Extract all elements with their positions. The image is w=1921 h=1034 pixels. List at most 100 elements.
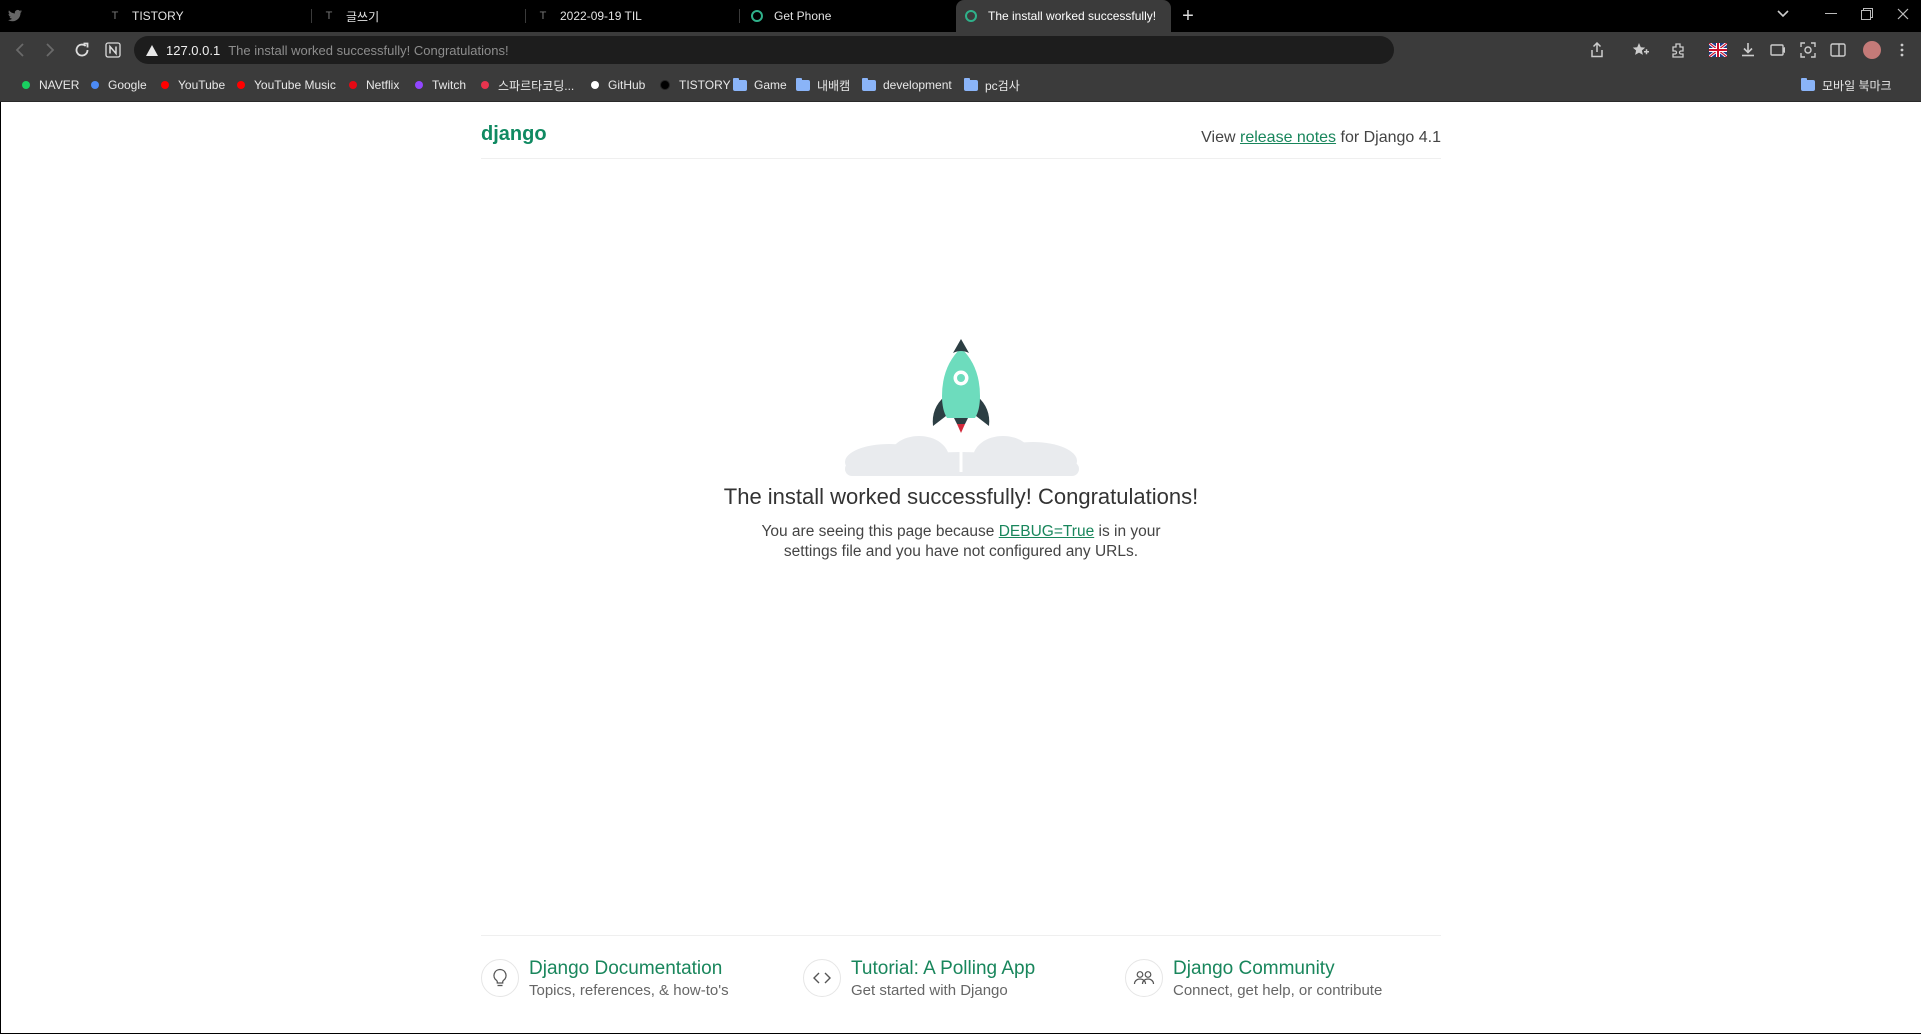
lightbulb-icon	[481, 959, 519, 997]
card-title[interactable]: Tutorial: A Polling App	[851, 958, 1035, 980]
menu-kebab-icon[interactable]	[1890, 38, 1914, 62]
forward-icon[interactable]	[38, 38, 62, 62]
bookmark-netflix[interactable]: Netflix	[349, 68, 399, 102]
card-description: Topics, references, & how-to's	[529, 982, 729, 999]
release-prefix: View	[1201, 129, 1240, 146]
github-icon	[591, 81, 599, 89]
tab-separator	[739, 9, 740, 23]
django-logo[interactable]: django	[481, 123, 547, 146]
django-ring-icon	[964, 9, 978, 23]
restore-icon[interactable]	[1848, 0, 1886, 28]
tab-get-phone[interactable]: Get Phone	[742, 0, 954, 32]
bookmark-google[interactable]: Google	[91, 68, 147, 102]
bookmark-youtube-music[interactable]: YouTube Music	[237, 68, 336, 102]
twitch-icon	[415, 81, 423, 89]
bookmark-github[interactable]: GitHub	[591, 68, 645, 102]
bookmark-naver[interactable]: NAVER	[22, 68, 79, 102]
card-community[interactable]: Django Community Connect, get help, or c…	[1125, 958, 1382, 1018]
browser-toolbar: 127.0.0.1 The install worked successfull…	[0, 32, 1921, 68]
download-icon[interactable]	[1736, 38, 1760, 62]
subtitle-prefix: You are seeing this page because	[761, 523, 999, 540]
netflix-icon	[349, 81, 357, 89]
card-title[interactable]: Django Community	[1173, 958, 1382, 980]
tab-label: 2022-09-19 TIL	[560, 9, 642, 23]
tab-search-icon[interactable]	[1764, 0, 1802, 28]
close-icon[interactable]	[1884, 0, 1921, 28]
screen-capture-icon[interactable]	[1796, 38, 1820, 62]
bookmark-folder-pc-check[interactable]: pc검사	[964, 68, 1020, 102]
bookmark-youtube[interactable]: YouTube	[161, 68, 225, 102]
address-page-title: The install worked successfully! Congrat…	[228, 42, 509, 58]
google-icon	[91, 81, 99, 89]
card-tutorial[interactable]: Tutorial: A Polling App Get started with…	[803, 958, 1035, 1018]
release-suffix: for Django 4.1	[1336, 129, 1441, 146]
bookmark-folder-naebaecamp[interactable]: 내배캠	[796, 68, 850, 102]
bookmark-label: NAVER	[39, 78, 80, 92]
django-ring-icon	[750, 9, 764, 23]
bookmark-label: 모바일 북마크	[1822, 78, 1892, 93]
tab-til[interactable]: T 2022-09-19 TIL	[528, 0, 740, 32]
folder-icon	[862, 77, 876, 91]
naver-ext-icon[interactable]	[101, 38, 125, 62]
share-icon[interactable]	[1585, 38, 1609, 62]
release-notes-link[interactable]: release notes	[1240, 129, 1336, 146]
bookmark-folder-game[interactable]: Game	[733, 68, 787, 102]
tab-twitter[interactable]	[0, 0, 96, 32]
bookmark-label: TISTORY	[679, 78, 731, 92]
not-secure-icon[interactable]	[146, 44, 158, 56]
folder-icon	[1801, 77, 1815, 91]
youtube-icon	[161, 81, 169, 89]
tab-separator	[525, 9, 526, 23]
page-viewport: django View release notes for Django 4.1…	[1, 102, 1921, 1033]
tab-strip: T TISTORY T 글쓰기 T 2022-09-19 TIL Get Pho…	[0, 0, 1921, 32]
tistory-icon: T	[111, 10, 119, 22]
bookmark-label: GitHub	[608, 78, 646, 92]
tab-media-icon[interactable]	[1766, 38, 1790, 62]
bookmark-label: 내배캠	[817, 78, 851, 93]
minimize-icon[interactable]	[1812, 0, 1850, 28]
page-subtitle: You are seeing this page because DEBUG=T…	[751, 522, 1171, 562]
tab-write[interactable]: T 글쓰기	[314, 0, 526, 32]
youtube-music-icon	[237, 81, 245, 89]
extensions-icon[interactable]	[1666, 38, 1690, 62]
release-notes-text: View release notes for Django 4.1	[1201, 129, 1441, 147]
bookmark-label: Google	[108, 78, 147, 92]
bookmark-twitch[interactable]: Twitch	[415, 68, 466, 102]
folder-icon	[796, 77, 810, 91]
rocket-illustration	[845, 339, 1079, 476]
bookmark-sparta[interactable]: 스파르타코딩...	[481, 68, 574, 102]
window-edge	[0, 680, 1, 1033]
people-icon	[1125, 959, 1163, 997]
address-bar[interactable]: 127.0.0.1 The install worked successfull…	[134, 36, 1394, 64]
reload-icon[interactable]	[70, 38, 94, 62]
tab-tistory[interactable]: T TISTORY	[100, 0, 312, 32]
folder-icon	[733, 77, 747, 91]
debug-true-link[interactable]: DEBUG=True	[999, 523, 1094, 540]
bookmark-tistory[interactable]: TISTORY	[660, 68, 731, 102]
tab-label: The install worked successfully!	[988, 9, 1156, 23]
page-title: The install worked successfully! Congrat…	[723, 484, 1199, 509]
tistory-icon: T	[325, 10, 333, 22]
bookmark-label: Game	[754, 78, 787, 92]
bookmark-label: YouTube	[178, 78, 226, 92]
tab-install-success[interactable]: The install worked successfully!	[956, 0, 1171, 32]
bookmark-folder-development[interactable]: development	[862, 68, 952, 102]
card-documentation[interactable]: Django Documentation Topics, references,…	[481, 958, 729, 1018]
bookmark-label: pc검사	[985, 78, 1020, 93]
bookmark-star-icon[interactable]	[1629, 38, 1653, 62]
bookmark-folder-mobile[interactable]: 모바일 북마크	[1801, 68, 1892, 102]
uk-flag-icon[interactable]	[1706, 38, 1730, 62]
back-icon[interactable]	[8, 38, 32, 62]
card-description: Connect, get help, or contribute	[1173, 982, 1383, 999]
side-panel-icon[interactable]	[1826, 38, 1850, 62]
profile-avatar[interactable]	[1860, 38, 1884, 62]
folder-icon	[964, 77, 978, 91]
sparta-icon	[481, 81, 489, 89]
card-title[interactable]: Django Documentation	[529, 958, 729, 980]
bookmark-label: YouTube Music	[254, 78, 336, 92]
bookmark-label: Netflix	[366, 78, 400, 92]
tab-separator	[311, 9, 312, 23]
card-description: Get started with Django	[851, 982, 1008, 999]
new-tab-button[interactable]: +	[1176, 4, 1200, 28]
tab-label: TISTORY	[132, 9, 184, 23]
